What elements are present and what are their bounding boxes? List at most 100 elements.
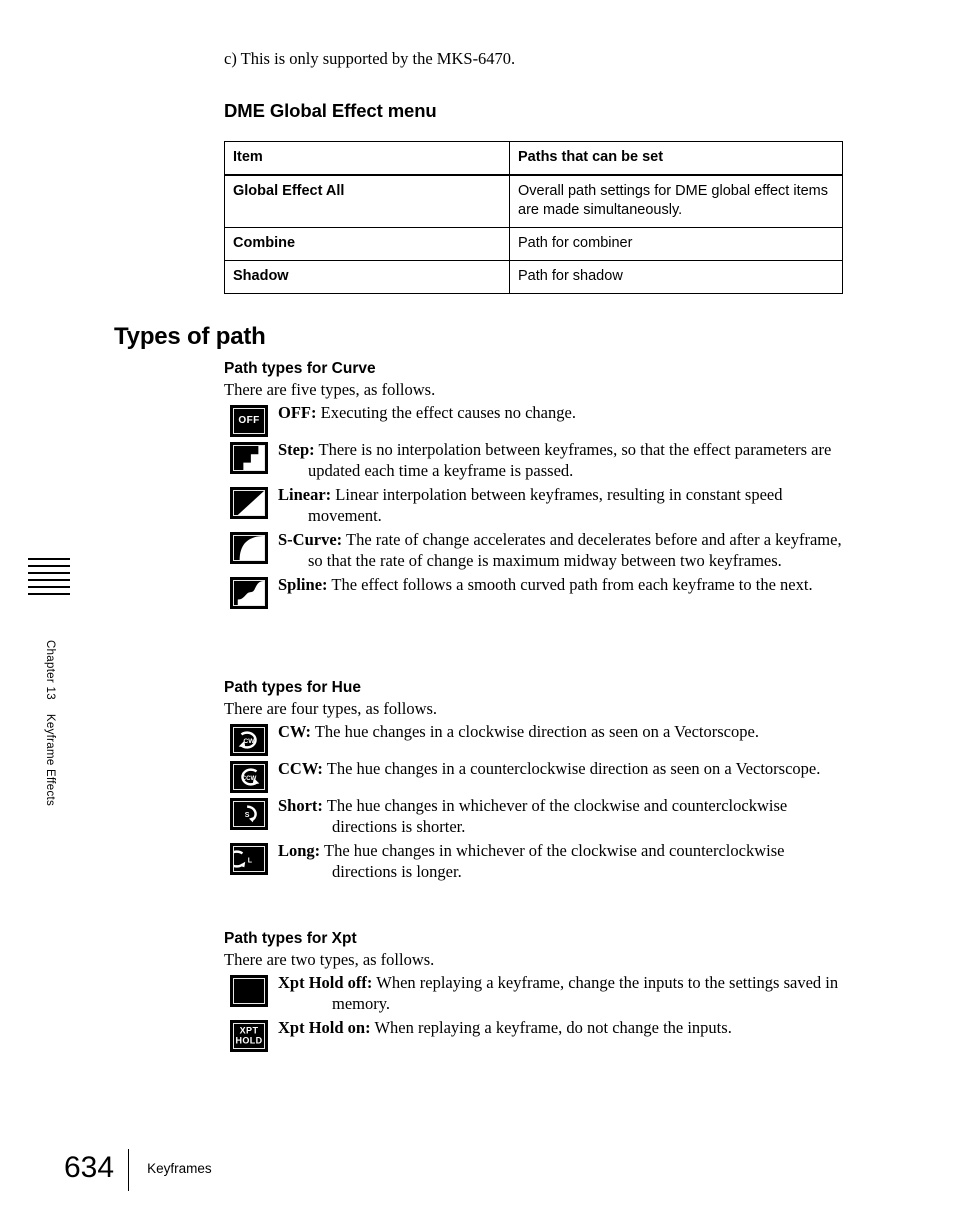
icon-cell: CCW [224, 758, 278, 794]
list-item: Step: There is no interpolation between … [224, 439, 850, 482]
path-types-for-hue-section: Path types for Hue There are four types,… [224, 679, 850, 883]
xpt-item-text: Xpt Hold on: When replaying a keyframe, … [278, 1017, 850, 1039]
curve-heading: Path types for Curve [224, 360, 376, 377]
curve-item-text: Linear: Linear interpolation between key… [278, 484, 850, 527]
column-header-item: Item [224, 140, 510, 176]
hue-item-body: The hue changes in whichever of the cloc… [326, 796, 788, 837]
icon-cell: S [224, 795, 278, 831]
long-hue-icon: L [230, 843, 268, 876]
list-item: OFF OFF: Executing the effect causes no … [224, 402, 850, 438]
footnote-note: c) This is only supported by the MKS-647… [224, 49, 516, 68]
ccw-icon: CCW [230, 761, 268, 794]
icon-cell [224, 439, 278, 475]
curve-item-body: The effect follows a smooth curved path … [331, 575, 813, 595]
cell-item: Global Effect All [224, 174, 510, 228]
xpt-item-body: When replaying a keyframe, change the in… [332, 973, 839, 1014]
curve-item-text: OFF: Executing the effect causes no chan… [278, 402, 850, 424]
hue-item-lead: Long: [278, 841, 321, 861]
path-types-for-xpt-section: Path types for Xpt There are two types, … [224, 930, 850, 1053]
hue-item-body: The hue changes in whichever of the cloc… [324, 841, 785, 882]
spline-curve-icon [230, 577, 268, 610]
table-header-row: Item Paths that can be set [224, 140, 843, 176]
chapter-label: Chapter 13 Keyframe Effects [44, 640, 56, 940]
path-types-for-curve-section: Path types for Curve There are five type… [224, 360, 850, 610]
tab-rule [28, 558, 70, 560]
page-number: 634 [64, 1151, 115, 1184]
curve-item-lead: Spline: [278, 575, 328, 595]
page-content: c) This is only supported by the MKS-647… [224, 0, 850, 295]
hue-item-text: CW: The hue changes in a clockwise direc… [278, 721, 850, 743]
hue-item-text: Short: The hue changes in whichever of t… [278, 795, 850, 838]
chapter-title: Keyframe Effects [44, 713, 56, 807]
hue-item-lead: CCW: [278, 759, 323, 779]
curve-item-lead: Step: [278, 440, 315, 460]
curve-item-lead: Linear: [278, 485, 332, 505]
icon-cell: XPT HOLD [224, 1017, 278, 1053]
table-row: Combine Path for combiner [224, 226, 843, 262]
curve-item-text: S-Curve: The rate of change accelerates … [278, 529, 850, 572]
icon-cell [224, 484, 278, 520]
tab-rule [28, 572, 70, 574]
cell-item: Shadow [224, 260, 510, 295]
curve-item-lead: OFF: [278, 403, 317, 423]
chapter-thumb-tab [28, 558, 70, 606]
xpt-hold-on-line2: HOLD [235, 1035, 263, 1046]
hue-intro: There are four types, as follows. [224, 699, 438, 718]
list-item: XPT HOLD Xpt Hold on: When replaying a ke… [224, 1017, 850, 1053]
tab-rule [28, 565, 70, 567]
page-title: Types of path [114, 322, 266, 350]
list-item: L Long: The hue changes in whichever of … [224, 840, 850, 883]
curve-item-text: Spline: The effect follows a smooth curv… [278, 574, 850, 596]
cell-paths: Overall path settings for DME global eff… [509, 174, 843, 228]
hue-item-lead: Short: [278, 796, 323, 816]
cell-paths: Path for shadow [509, 260, 843, 295]
icon-cell [224, 529, 278, 565]
curve-item-text: Step: There is no interpolation between … [278, 439, 850, 482]
s-curve-icon [230, 532, 268, 565]
svg-text:CCW: CCW [242, 775, 257, 782]
step-curve-icon [230, 442, 268, 475]
list-item: Spline: The effect follows a smooth curv… [224, 574, 850, 610]
list-item: Xpt Hold off: When replaying a keyframe,… [224, 972, 850, 1015]
cell-paths: Path for combiner [509, 226, 843, 262]
svg-text:S: S [245, 812, 250, 819]
xpt-item-body: When replaying a keyframe, do not change… [374, 1018, 732, 1038]
column-header-paths: Paths that can be set [509, 140, 843, 176]
table-row: Global Effect All Overall path settings … [224, 174, 843, 228]
xpt-intro: There are two types, as follows. [224, 950, 435, 969]
curve-intro: There are five types, as follows. [224, 380, 436, 399]
list-item: S Short: The hue changes in whichever of… [224, 795, 850, 838]
hue-item-text: CCW: The hue changes in a counterclockwi… [278, 758, 850, 780]
xpt-item-lead: Xpt Hold on: [278, 1018, 371, 1038]
hue-item-text: Long: The hue changes in whichever of th… [278, 840, 850, 883]
cw-icon: CW [230, 724, 268, 757]
off-icon-label: OFF [238, 415, 260, 427]
curve-item-lead: S-Curve: [278, 530, 343, 550]
tab-rule [28, 579, 70, 581]
table-row: Shadow Path for shadow [224, 260, 843, 295]
list-item: S-Curve: The rate of change accelerates … [224, 529, 850, 572]
curve-item-body: The rate of change accelerates and decel… [308, 530, 842, 571]
tab-rule [28, 593, 70, 595]
curve-item-body: There is no interpolation between keyfra… [308, 440, 832, 481]
tab-rule [28, 586, 70, 588]
hue-heading: Path types for Hue [224, 679, 361, 696]
svg-text:CW: CW [243, 738, 255, 745]
footer-label: Keyframes [147, 1160, 212, 1176]
footer-divider [128, 1149, 130, 1191]
xpt-heading: Path types for Xpt [224, 930, 357, 947]
curve-item-body: Linear interpolation between keyframes, … [308, 485, 783, 526]
icon-cell: L [224, 840, 278, 876]
hue-item-lead: CW: [278, 722, 311, 742]
xpt-hold-off-icon [230, 975, 268, 1008]
off-icon: OFF [230, 405, 268, 438]
xpt-item-lead: Xpt Hold off: [278, 973, 373, 993]
xpt-hold-on-icon-label: XPT HOLD [230, 1026, 268, 1046]
cell-item: Combine [224, 226, 510, 262]
list-item: Linear: Linear interpolation between key… [224, 484, 850, 527]
icon-cell: OFF [224, 402, 278, 438]
hue-item-body: The hue changes in a counterclockwise di… [326, 759, 821, 779]
xpt-item-text: Xpt Hold off: When replaying a keyframe,… [278, 972, 850, 1015]
icon-cell [224, 972, 278, 1008]
icon-cell: CW [224, 721, 278, 757]
